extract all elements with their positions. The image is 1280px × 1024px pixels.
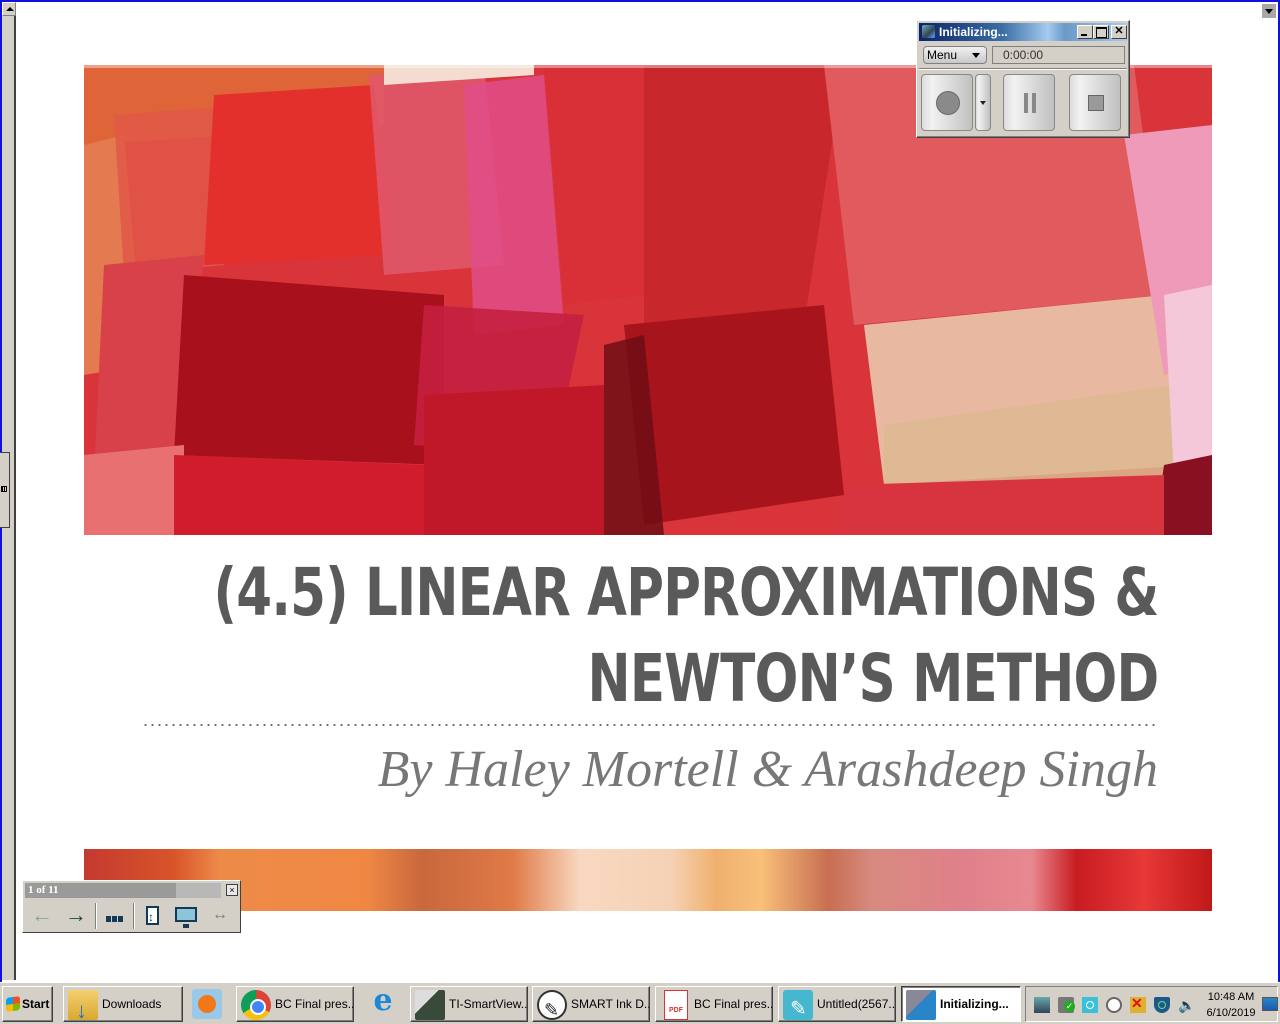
taskbar: Start Downloads BC Final pres... e TI-Sm… bbox=[0, 982, 1280, 1024]
menu-dots-icon bbox=[105, 916, 111, 922]
menu-dots-icon bbox=[111, 916, 117, 922]
slide-menu-button[interactable] bbox=[101, 903, 127, 929]
slide-position: 1 of 11 bbox=[25, 883, 176, 898]
taskbar-item-label: Untitled(2567... bbox=[817, 997, 896, 1011]
recorder-icon bbox=[906, 990, 936, 1020]
internet-explorer-icon[interactable]: e bbox=[366, 986, 400, 1022]
start-button[interactable]: Start bbox=[2, 986, 53, 1022]
slide-footer-image bbox=[84, 849, 1212, 911]
ti-smartview-icon bbox=[415, 990, 445, 1020]
media-player-icon[interactable] bbox=[192, 989, 222, 1019]
windows-logo-icon bbox=[6, 996, 20, 1012]
security-shield-icon[interactable] bbox=[1154, 997, 1170, 1013]
taskbar-item-pdf[interactable]: BC Final pres... bbox=[655, 986, 773, 1022]
fullscreen-button[interactable] bbox=[171, 903, 201, 929]
taskbar-item-notebook[interactable]: Untitled(2567... bbox=[778, 986, 896, 1022]
taskbar-item-recorder[interactable]: Initializing... bbox=[901, 986, 1021, 1022]
dotted-divider bbox=[142, 724, 1158, 726]
slide-navigator-toolbar: ← → ↔ bbox=[23, 901, 240, 932]
monitor-app-icon[interactable] bbox=[1106, 997, 1122, 1013]
recorder-app-icon bbox=[922, 25, 935, 38]
previous-slide-button[interactable]: ← bbox=[29, 903, 55, 929]
pause-button[interactable] bbox=[1003, 74, 1055, 131]
folder-download-icon bbox=[68, 990, 98, 1021]
recorder-menu-dropdown[interactable]: Menu bbox=[923, 46, 987, 64]
stop-button[interactable] bbox=[1069, 74, 1121, 131]
usb-safe-remove-icon[interactable] bbox=[1058, 997, 1075, 1013]
next-slide-button[interactable]: → bbox=[63, 903, 89, 929]
smart-ink-icon bbox=[537, 990, 567, 1021]
clock-time[interactable]: 10:48 AM bbox=[1206, 991, 1256, 1003]
minimize-button[interactable] bbox=[1077, 25, 1093, 39]
slide-title: (4.5) LINEAR APPROXIMATIONS & NEWTON’S M… bbox=[213, 550, 1159, 722]
chevron-down-icon bbox=[972, 53, 980, 58]
slide-title-line-2: NEWTON’S METHOD bbox=[587, 640, 1159, 717]
fit-width-button[interactable]: ↔ bbox=[207, 903, 233, 929]
recorder-window: Initializing... ✕ Menu 0:00:00 bbox=[916, 20, 1130, 138]
fit-width-icon: ↔ bbox=[212, 906, 228, 923]
window-frame-top bbox=[0, 0, 1280, 2]
record-button[interactable] bbox=[921, 74, 973, 131]
taskbar-item-ti-smartview[interactable]: TI-SmartView... bbox=[410, 986, 528, 1022]
slide-byline: By Haley Mortell & Arashdeep Singh bbox=[377, 741, 1158, 798]
recorder-separator bbox=[919, 68, 1127, 70]
stop-icon bbox=[1088, 95, 1104, 111]
scroll-down-button[interactable] bbox=[1262, 4, 1276, 18]
record-icon bbox=[936, 91, 960, 115]
taskbar-item-label: Initializing... bbox=[940, 997, 1009, 1011]
taskbar-item-label: SMART Ink D... bbox=[571, 997, 650, 1011]
slide-title-line-1: (4.5) LINEAR APPROXIMATIONS & bbox=[213, 554, 1159, 631]
show-desktop-icon[interactable] bbox=[1262, 997, 1278, 1011]
recorder-tray-icon[interactable] bbox=[1034, 997, 1050, 1013]
recorder-titlebar[interactable]: Initializing... ✕ bbox=[919, 23, 1127, 41]
taskbar-item-label: TI-SmartView... bbox=[449, 997, 528, 1011]
network-error-icon[interactable] bbox=[1130, 995, 1146, 1013]
taskbar-item-label: Downloads bbox=[102, 997, 162, 1011]
fit-page-icon bbox=[146, 905, 159, 929]
scroll-up-button[interactable] bbox=[2, 2, 16, 16]
slide-navigator: 1 of 11 × ← → ↔ bbox=[22, 880, 241, 933]
close-button[interactable]: ✕ bbox=[1111, 25, 1127, 39]
arrow-right-icon: → bbox=[65, 902, 87, 927]
taskbar-item-label: BC Final pres... bbox=[694, 997, 773, 1011]
grid-icon bbox=[1, 486, 7, 492]
fullscreen-monitor-icon bbox=[175, 907, 197, 928]
pause-icon bbox=[1024, 93, 1036, 113]
side-panel-tab[interactable] bbox=[0, 452, 10, 528]
slide-navigator-titlebar[interactable] bbox=[176, 883, 221, 898]
toolbar-divider bbox=[95, 903, 97, 929]
screen: (4.5) LINEAR APPROXIMATIONS & NEWTON’S M… bbox=[0, 0, 1280, 1024]
clock-date[interactable]: 6/10/2019 bbox=[1202, 1007, 1260, 1019]
notebook-icon bbox=[783, 990, 813, 1021]
chrome-icon bbox=[241, 990, 271, 1020]
toolbar-divider bbox=[133, 903, 135, 929]
recorder-title: Initializing... bbox=[939, 25, 1008, 39]
taskbar-item-chrome[interactable]: BC Final pres... bbox=[236, 986, 354, 1022]
start-label: Start bbox=[22, 997, 50, 1011]
maximize-button[interactable] bbox=[1093, 25, 1109, 39]
volume-icon[interactable]: 🔈 bbox=[1178, 997, 1195, 1013]
pdf-icon bbox=[664, 990, 688, 1020]
slide-navigator-close-button[interactable]: × bbox=[226, 884, 238, 896]
taskbar-item-downloads[interactable]: Downloads bbox=[63, 986, 183, 1022]
arrow-left-icon: ← bbox=[31, 902, 53, 927]
record-options-dropdown[interactable] bbox=[975, 74, 991, 131]
taskbar-item-label: BC Final pres... bbox=[275, 997, 354, 1011]
recorder-menu-label: Menu bbox=[927, 48, 958, 62]
fit-page-button[interactable] bbox=[139, 903, 165, 929]
sync-tray-icon[interactable] bbox=[1082, 997, 1098, 1013]
menu-dots-icon bbox=[117, 916, 123, 922]
system-tray: 🔈 10:48 AM 6/10/2019 bbox=[1025, 986, 1278, 1022]
taskbar-item-smart-ink[interactable]: SMART Ink D... bbox=[532, 986, 650, 1022]
recorder-elapsed-time: 0:00:00 bbox=[992, 46, 1125, 64]
